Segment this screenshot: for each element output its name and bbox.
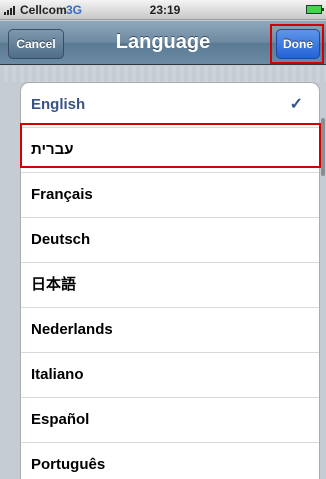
language-row-italian[interactable]: Italiano xyxy=(21,353,319,398)
language-row-spanish[interactable]: Español xyxy=(21,398,319,443)
language-label: Italiano xyxy=(31,366,84,383)
language-row-english[interactable]: English ✓ xyxy=(21,83,319,128)
language-label: Português xyxy=(31,456,106,473)
background-pattern xyxy=(0,66,326,82)
language-label: 日本語 xyxy=(31,276,77,293)
scrollbar-thumb[interactable] xyxy=(321,118,325,176)
language-label: עברית xyxy=(31,141,74,158)
battery-icon xyxy=(306,5,324,14)
language-label: Español xyxy=(31,411,90,428)
done-button[interactable]: Done xyxy=(276,29,320,59)
language-label: Nederlands xyxy=(31,321,113,338)
language-label: Français xyxy=(31,186,93,203)
language-list: English ✓ עברית Français Deutsch 日本語 Ned… xyxy=(20,82,320,479)
language-label: Deutsch xyxy=(31,231,91,248)
language-row-dutch[interactable]: Nederlands xyxy=(21,308,319,353)
language-row-portuguese[interactable]: Português xyxy=(21,443,319,479)
language-row-german[interactable]: Deutsch xyxy=(21,218,319,263)
language-row-hebrew[interactable]: עברית xyxy=(21,128,319,173)
navigation-bar: Cancel Language Done xyxy=(0,21,326,65)
status-bar: Cellcom 3G 23:19 xyxy=(0,0,326,20)
language-row-japanese[interactable]: 日本語 xyxy=(21,263,319,308)
language-label: English xyxy=(31,96,86,113)
status-time: 23:19 xyxy=(149,3,181,17)
checkmark-icon: ✓ xyxy=(289,96,303,113)
language-row-french[interactable]: Français xyxy=(21,173,319,218)
